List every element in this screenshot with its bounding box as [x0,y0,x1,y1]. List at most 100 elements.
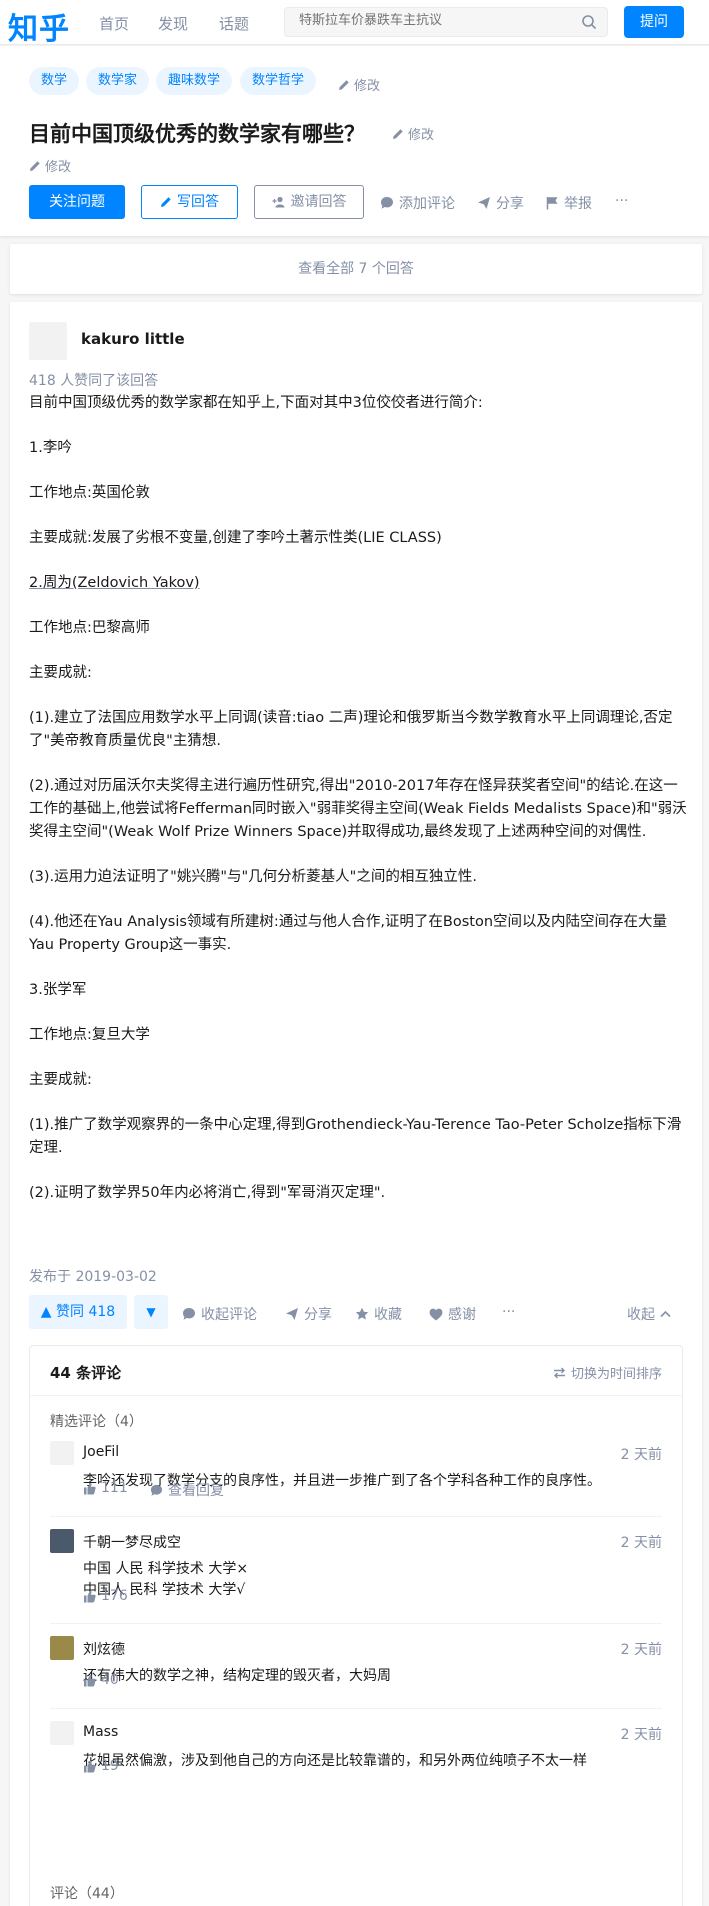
nav-topics[interactable]: 话题 [219,13,249,34]
answer-paragraph: (1).建立了法国应用数学水平上同调(读音:tiao 二声)理论和俄罗斯当今数学… [29,710,673,749]
pencil-icon [393,128,403,139]
comment-like-button[interactable]: 40 [83,1672,119,1688]
comment-item: JoeFil 2 天前 李吟还发现了数学分支的良序性，并且进一步推广到了各个学科… [50,1441,662,1511]
author-name[interactable]: kakuro little [81,330,185,348]
answer-content: 目前中国顶级优秀的数学家都在知乎上,下面对其中3位佼佼者进行简介: 1.李吟 工… [29,392,689,1227]
zhihu-logo[interactable]: 知乎 [8,4,70,48]
answer-paragraph: (2).通过对历届沃尔夫奖得主进行遍历性研究,得出"2010-2017年存在怪异… [29,778,687,840]
answer-paragraph: 3.张学军 [29,982,87,998]
thumbs-up-icon [84,1590,96,1602]
pencil-icon [161,197,171,207]
thumbs-up-icon [84,1760,96,1772]
comment-time: 2 天前 [620,1727,662,1743]
answer-paragraph: (2).证明了数学界50年内必将消亡,得到"军哥消灭定理". [29,1185,386,1201]
commenter-avatar[interactable] [50,1441,74,1465]
add-user-icon [272,196,284,208]
edit-tags-button[interactable]: 修改 [338,75,380,94]
thumbs-up-icon [84,1674,96,1686]
comments-count: 44 条评论 [50,1364,122,1382]
answer-paragraph: 目前中国顶级优秀的数学家都在知乎上,下面对其中3位佼佼者进行简介: [29,395,483,411]
answer-more-button[interactable]: ··· [502,1304,515,1320]
report-button[interactable]: 举报 [546,193,592,213]
follow-question-button[interactable]: 关注问题 [29,185,125,219]
commenter-name[interactable]: JoeFil [83,1444,119,1460]
view-all-answers-link[interactable]: 查看全部 7 个回答 [10,244,702,294]
favorite-button[interactable]: 收藏 [355,1304,402,1324]
comment-text: 还有伟大的数学之神，结构定理的毁灭者，大妈周 [83,1668,391,1684]
edit-description-button[interactable]: 修改 [29,156,71,175]
comment-like-button[interactable]: 111 [83,1480,128,1496]
featured-comments-label: 精选评论（4） [50,1414,143,1430]
answer-paragraph: 主要成就:发展了劣根不变量,创建了李吟土著示性类(LIE CLASS) [29,530,442,546]
comments-panel: 44 条评论 切换为时间排序 精选评论（4） JoeFil 2 天前 李吟还发现… [29,1345,683,1906]
share-icon [478,197,490,209]
top-bar: 知乎 首页 发现 话题 提问 [0,0,709,48]
pencil-icon [339,79,349,90]
chevron-up-icon [660,1310,671,1318]
search-input[interactable] [299,13,559,28]
comment-item: Mass 2 天前 花姐虽然偏激，涉及到他自己的方向还是比较靠谱的，和另外两位纯… [50,1721,662,1781]
all-comments-label: 评论（44） [50,1886,124,1902]
switch-sort-button[interactable]: 切换为时间排序 [553,1363,662,1382]
comment-divider [50,1516,662,1517]
nav-home[interactable]: 首页 [99,13,129,34]
answer-share-button[interactable]: 分享 [285,1304,332,1324]
answer-paragraph: 1.李吟 [29,440,72,456]
topic-tag[interactable]: 趣味数学 [156,67,233,95]
flag-icon [546,197,558,210]
topic-tag[interactable]: 数学哲学 [240,67,317,95]
commenter-avatar[interactable] [50,1636,74,1660]
search-icon[interactable] [581,14,597,34]
upvote-button[interactable]: ▲ 赞同 418 [29,1295,127,1329]
star-icon [355,1307,369,1320]
comment-icon [381,197,393,209]
nav-explore[interactable]: 发现 [158,13,188,34]
comment-text: 花姐虽然偏激，涉及到他自己的方向还是比较靠谱的，和另外两位纯喷子不太一样 [83,1753,587,1769]
thumbs-up-icon [84,1482,96,1494]
write-answer-button[interactable]: 写回答 [141,185,238,219]
commenter-avatar[interactable] [50,1529,74,1553]
publish-date[interactable]: 发布于 2019-03-02 [29,1266,157,1286]
answer-paragraph: 主要成就: [29,665,92,681]
collapse-comments-button[interactable]: 收起评论 [182,1304,257,1324]
edit-title-button[interactable]: 修改 [392,124,434,143]
invite-answer-button[interactable]: 邀请回答 [254,185,364,219]
add-comment-button[interactable]: 添加评论 [380,193,455,213]
comment-icon [183,1308,195,1320]
more-options-button[interactable]: ··· [615,193,628,209]
answer-paragraph: (1).推广了数学观察界的一条中心定理,得到Grothendieck-Yau-T… [29,1117,682,1156]
answer-paragraph: 主要成就: [29,1072,92,1088]
collapse-answer-button[interactable]: 收起 [627,1304,671,1324]
topic-tag[interactable]: 数学家 [86,67,150,95]
topic-tag[interactable]: 数学 [29,67,80,95]
heart-icon [429,1308,443,1320]
comment-text: 中国 人民 科学技术 大学× 中国人 民科 学技术 大学√ [83,1561,249,1598]
ask-question-button[interactable]: 提问 [624,6,684,38]
search-box [284,7,608,37]
comment-divider [50,1708,662,1709]
answer-card: kakuro little 418 人赞同了该回答 目前中国顶级优秀的数学家都在… [10,302,702,1906]
author-avatar[interactable] [29,322,67,360]
commenter-name[interactable]: Mass [83,1724,118,1740]
thanks-button[interactable]: 感谢 [429,1304,476,1324]
question-header: 数学 数学家 趣味数学 数学哲学 修改 目前中国顶级优秀的数学家有哪些？ 修改 … [0,46,709,236]
comment-icon [150,1484,163,1496]
answer-paragraph: 工作地点:复旦大学 [29,1027,150,1043]
view-replies-button[interactable]: 查看回复 [150,1480,224,1500]
comment-divider [50,1623,662,1624]
commenter-name[interactable]: 千朝一梦尽成空 [83,1532,181,1552]
share-button[interactable]: 分享 [477,193,524,213]
downvote-button[interactable]: ▼ [134,1295,168,1329]
swap-icon [553,1367,565,1378]
commenter-avatar[interactable] [50,1721,74,1745]
answer-vote-count: 418 人赞同了该回答 [29,373,159,389]
pencil-icon [30,160,40,171]
comment-like-button[interactable]: 19 [83,1758,119,1774]
answer-paragraph: 工作地点:巴黎高师 [29,620,150,636]
comment-like-button[interactable]: 176 [83,1588,128,1604]
comments-header: 44 条评论 切换为时间排序 [30,1346,682,1396]
answer-paragraph: (3).运用力迫法证明了"姚兴腾"与"几何分析菱基人"之间的相互独立性. [29,869,477,885]
commenter-name[interactable]: 刘炫德 [83,1639,125,1659]
answer-paragraph: 2.周为(Zeldovich Yakov) [29,575,200,591]
answer-paragraph: 工作地点:英国伦敦 [29,485,150,501]
